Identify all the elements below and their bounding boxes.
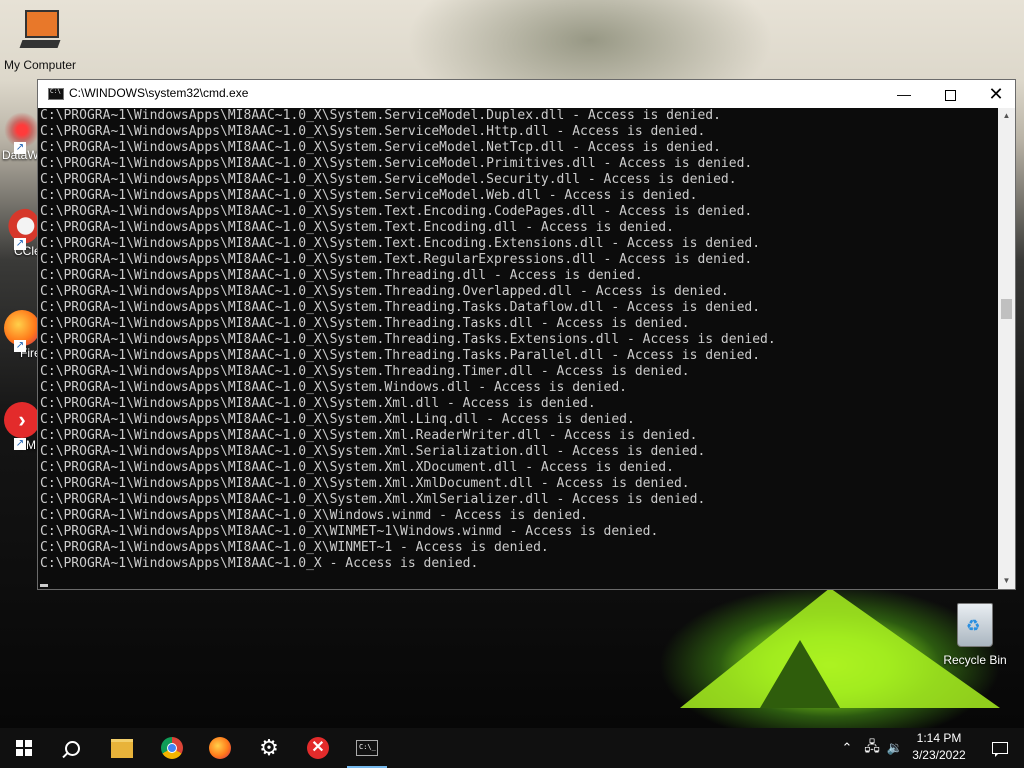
chrome-icon [161, 737, 183, 759]
console-line: C:\PROGRA~1\WindowsApps\MI8AAC~1.0_X\Sys… [40, 140, 721, 155]
tent-door [760, 640, 840, 708]
search-icon [64, 740, 80, 756]
console-line: C:\PROGRA~1\WindowsApps\MI8AAC~1.0_X\Sys… [40, 380, 627, 395]
console-line: C:\PROGRA~1\WindowsApps\MI8AAC~1.0_X\Sys… [40, 396, 596, 411]
recycle-bin-icon: ♻ [957, 603, 993, 647]
console-line: C:\PROGRA~1\WindowsApps\MI8AAC~1.0_X\Sys… [40, 156, 753, 171]
volume-button[interactable]: 🔉 [884, 728, 906, 768]
taskbar: ⚙ ✕ C:\_ ⌃ 🖧 🔉 1:14 PM 3/23/2022 [0, 728, 1024, 768]
title-bar[interactable]: C:\WINDOWS\system32\cmd.exe — ✕ [38, 80, 1015, 108]
desktop-icon-dataw[interactable]: ↗ DataW [0, 112, 42, 162]
console-line: C:\PROGRA~1\WindowsApps\MI8AAC~1.0_X\Sys… [40, 236, 761, 251]
console-line: C:\PROGRA~1\WindowsApps\MI8AAC~1.0_X\Sys… [40, 428, 698, 443]
close-button[interactable]: ✕ [973, 80, 1019, 108]
minimize-button[interactable]: — [881, 80, 927, 108]
taskbar-chrome[interactable] [148, 728, 196, 768]
desktop-icon-vmware[interactable]: › ↗ VMI [0, 402, 42, 452]
console-line: C:\PROGRA~1\WindowsApps\MI8AAC~1.0_X\WIN… [40, 540, 549, 555]
prompt-line[interactable] [40, 572, 1000, 588]
console-line: C:\PROGRA~1\WindowsApps\MI8AAC~1.0_X\Sys… [40, 476, 690, 491]
clock-time: 1:14 PM [916, 731, 962, 745]
console-line: C:\PROGRA~1\WindowsApps\MI8AAC~1.0_X\Sys… [40, 460, 674, 475]
shortcut-arrow-icon: ↗ [14, 142, 26, 154]
show-hidden-icons-button[interactable]: ⌃ [836, 728, 858, 768]
shortcut-arrow-icon: ↗ [14, 438, 26, 450]
shortcut-arrow-icon: ↗ [14, 238, 26, 250]
taskbar-firefox[interactable] [196, 728, 244, 768]
console-line: C:\PROGRA~1\WindowsApps\MI8AAC~1.0_X\Sys… [40, 332, 776, 347]
console-line: C:\PROGRA~1\WindowsApps\MI8AAC~1.0_X\Sys… [40, 364, 690, 379]
computer-icon [17, 8, 63, 56]
cmd-window[interactable]: C:\WINDOWS\system32\cmd.exe — ✕ C:\PROGR… [37, 79, 1016, 590]
console-line: C:\PROGRA~1\WindowsApps\MI8AAC~1.0_X\Sys… [40, 284, 729, 299]
scroll-up-arrow-icon[interactable]: ▲ [998, 108, 1015, 124]
gear-icon: ⚙ [259, 735, 279, 760]
desktop-icon-recycle-bin[interactable]: ♻ Recycle Bin [940, 603, 1010, 667]
desktop-icon-my-computer[interactable]: My Computer [0, 8, 80, 72]
shortcut-arrow-icon: ↗ [14, 340, 26, 352]
console-line: C:\PROGRA~1\WindowsApps\MI8AAC~1.0_X\WIN… [40, 524, 659, 539]
console-line: C:\PROGRA~1\WindowsApps\MI8AAC~1.0_X\Sys… [40, 316, 690, 331]
scroll-down-arrow-icon[interactable]: ▼ [998, 573, 1015, 589]
text-cursor [40, 584, 48, 587]
search-button[interactable] [48, 728, 96, 768]
maximize-icon [944, 89, 956, 101]
scroll-thumb[interactable] [1001, 299, 1012, 319]
speaker-icon: 🔉 [886, 740, 904, 755]
network-button[interactable]: 🖧 [860, 728, 884, 768]
taskbar-command-prompt[interactable]: C:\_ [343, 728, 391, 768]
console-line: C:\PROGRA~1\WindowsApps\MI8AAC~1.0_X\Sys… [40, 412, 635, 427]
cmd-icon: C:\_ [356, 740, 378, 756]
console-line: C:\PROGRA~1\WindowsApps\MI8AAC~1.0_X\Sys… [40, 204, 753, 219]
desktop-icon-ccleaner[interactable]: ↗ CCle [0, 208, 42, 258]
action-center-button[interactable] [976, 728, 1024, 768]
console-line: C:\PROGRA~1\WindowsApps\MI8AAC~1.0_X\Sys… [40, 300, 761, 315]
taskbar-clock[interactable]: 1:14 PM 3/23/2022 [904, 730, 974, 764]
clock-date: 3/23/2022 [912, 748, 966, 762]
vertical-scrollbar[interactable]: ▲ ▼ [998, 108, 1015, 589]
taskbar-file-explorer[interactable] [98, 728, 146, 768]
console-line: C:\PROGRA~1\WindowsApps\MI8AAC~1.0_X\Sys… [40, 252, 753, 267]
notification-icon [992, 742, 1008, 757]
desktop-icon-label: My Computer [3, 58, 77, 72]
taskbar-settings[interactable]: ⚙ [245, 728, 293, 768]
console-line: C:\PROGRA~1\WindowsApps\MI8AAC~1.0_X\Sys… [40, 188, 698, 203]
maximize-button[interactable] [927, 80, 973, 108]
windows-logo-icon [16, 740, 32, 756]
console-line: C:\PROGRA~1\WindowsApps\MI8AAC~1.0_X\Sys… [40, 348, 761, 363]
network-icon: 🖧 [864, 738, 880, 754]
console-line: C:\PROGRA~1\WindowsApps\MI8AAC~1.0_X\Sys… [40, 108, 721, 123]
start-button[interactable] [0, 728, 48, 768]
console-line: C:\PROGRA~1\WindowsApps\MI8AAC~1.0_X\Sys… [40, 172, 737, 187]
console-line: C:\PROGRA~1\WindowsApps\MI8AAC~1.0_X - A… [40, 556, 479, 571]
console-output[interactable]: C:\PROGRA~1\WindowsApps\MI8AAC~1.0_X\Sys… [40, 108, 1000, 588]
desktop-icon-firefox[interactable]: ↗ Fire [0, 310, 42, 360]
console-line: C:\PROGRA~1\WindowsApps\MI8AAC~1.0_X\Sys… [40, 220, 674, 235]
console-line: C:\PROGRA~1\WindowsApps\MI8AAC~1.0_X\Win… [40, 508, 588, 523]
console-line: C:\PROGRA~1\WindowsApps\MI8AAC~1.0_X\Sys… [40, 268, 643, 283]
console-line: C:\PROGRA~1\WindowsApps\MI8AAC~1.0_X\Sys… [40, 444, 706, 459]
cmd-icon [48, 88, 64, 100]
folder-icon [111, 738, 133, 758]
taskbar-x-app[interactable]: ✕ [294, 728, 342, 768]
console-line: C:\PROGRA~1\WindowsApps\MI8AAC~1.0_X\Sys… [40, 492, 706, 507]
x-icon: › [4, 402, 40, 438]
window-title: C:\WINDOWS\system32\cmd.exe [69, 86, 249, 100]
firefox-icon [209, 737, 231, 759]
x-icon: ✕ [307, 737, 329, 759]
desktop-icon-label: Recycle Bin [943, 653, 1007, 667]
console-line: C:\PROGRA~1\WindowsApps\MI8AAC~1.0_X\Sys… [40, 124, 706, 139]
chevron-up-icon: ⌃ [841, 740, 853, 755]
